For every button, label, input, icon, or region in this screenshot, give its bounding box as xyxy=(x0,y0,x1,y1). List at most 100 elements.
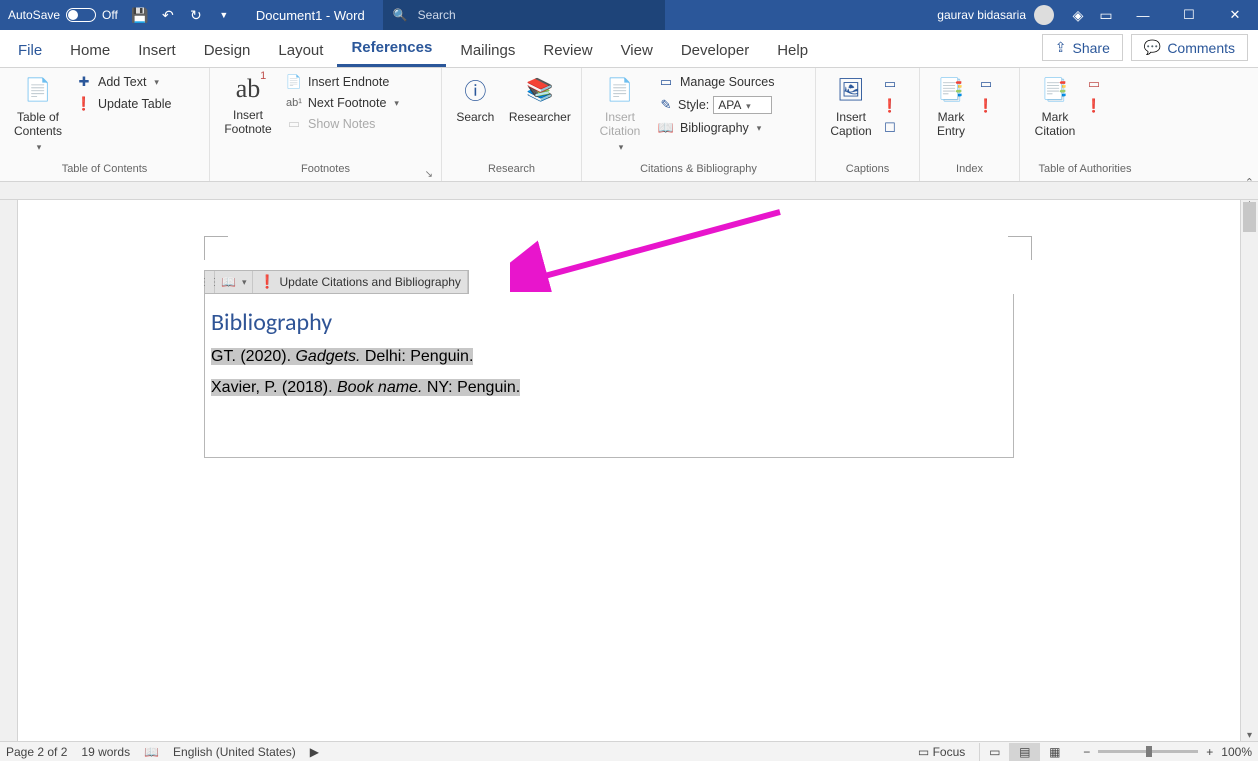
close-button[interactable]: ✕ xyxy=(1212,0,1258,30)
mark-entry-icon: 📑 xyxy=(935,74,967,106)
horizontal-ruler[interactable] xyxy=(0,182,1258,200)
table-of-contents-button[interactable]: 📄 Table of Contents▾ xyxy=(6,72,70,155)
customize-qat-icon[interactable]: ▼ xyxy=(210,0,238,30)
bibliography-field[interactable]: ⋮⋮ 📖▾ ❗ Update Citations and Bibliograph… xyxy=(204,270,1014,458)
zoom-out-button[interactable]: − xyxy=(1083,745,1090,759)
tab-file[interactable]: File xyxy=(4,34,56,67)
web-layout-button[interactable]: ▦ xyxy=(1039,743,1069,761)
proofing-icon[interactable]: 📖 xyxy=(144,745,159,759)
word-count[interactable]: 19 words xyxy=(81,745,130,759)
footnotes-dialog-launcher[interactable]: ↘ xyxy=(425,169,433,180)
next-footnote-button[interactable]: ab¹Next Footnote▾ xyxy=(282,94,403,112)
user-account[interactable]: gaurav bidasaria xyxy=(927,5,1064,25)
ribbon-tabs: File Home Insert Design Layout Reference… xyxy=(0,30,1258,68)
show-notes-button: ▭Show Notes xyxy=(282,114,403,134)
tab-references[interactable]: References xyxy=(337,31,446,67)
style-select[interactable]: APA ▾ xyxy=(713,96,771,114)
diamond-icon[interactable]: ◈ xyxy=(1064,0,1092,30)
update-table-button[interactable]: ❗Update Table xyxy=(72,94,175,114)
insert-caption-button[interactable]: 🖼 Insert Caption xyxy=(822,72,880,140)
caption-opt3-icon[interactable]: ☐ xyxy=(882,120,898,136)
group-label-citations: Citations & Bibliography xyxy=(588,163,809,181)
show-notes-icon: ▭ xyxy=(286,116,302,132)
search-icon: 🔍 xyxy=(393,8,408,22)
endnote-icon: 📄 xyxy=(286,74,302,90)
insert-citation-button: 📄 Insert Citation▾ xyxy=(588,72,652,155)
focus-mode[interactable]: ▭ Focus xyxy=(918,745,965,759)
insert-endnote-button[interactable]: 📄Insert Endnote xyxy=(282,72,403,92)
bibliography-handle-icon[interactable]: ⋮⋮ xyxy=(205,271,215,293)
print-layout-button[interactable]: ▤ xyxy=(1009,743,1039,761)
next-footnote-icon: ab¹ xyxy=(286,97,302,109)
scrollbar-thumb[interactable] xyxy=(1243,202,1256,232)
redo-icon[interactable]: ↻ xyxy=(182,0,210,30)
tab-home[interactable]: Home xyxy=(56,34,124,67)
document-title: Document1 - Word xyxy=(238,8,383,23)
search-button[interactable]: ⓘ Search xyxy=(448,72,503,126)
search-box[interactable]: 🔍 Search xyxy=(383,0,665,30)
search-big-icon: ⓘ xyxy=(459,74,491,106)
caption-opt2-icon[interactable]: ❗ xyxy=(882,98,898,114)
update-citations-button[interactable]: ❗ Update Citations and Bibliography xyxy=(253,271,467,293)
tab-insert[interactable]: Insert xyxy=(124,34,190,67)
page-indicator[interactable]: Page 2 of 2 xyxy=(6,745,67,759)
tab-review[interactable]: Review xyxy=(529,34,606,67)
collapse-ribbon-icon[interactable]: ⌃ xyxy=(1245,176,1254,189)
mark-entry-button[interactable]: 📑 Mark Entry xyxy=(926,72,976,140)
update-citations-label: Update Citations and Bibliography xyxy=(279,275,460,289)
add-text-button[interactable]: ✚Add Text▾ xyxy=(72,72,175,92)
tab-layout[interactable]: Layout xyxy=(264,34,337,67)
caption-opt1-icon[interactable]: ▭ xyxy=(882,76,898,92)
bibliography-entry: GT. (2020). Gadgets. Delhi: Penguin. xyxy=(211,347,1007,366)
view-buttons: ▭ ▤ ▦ xyxy=(979,743,1069,761)
zoom-slider[interactable] xyxy=(1098,750,1198,753)
manage-sources-button[interactable]: ▭Manage Sources xyxy=(654,72,779,92)
margin-marker-tl xyxy=(204,236,228,260)
macro-icon[interactable]: ▶ xyxy=(310,745,319,759)
index-opt2-icon[interactable]: ❗ xyxy=(978,98,994,114)
comments-button[interactable]: 💬Comments xyxy=(1131,34,1248,61)
group-label-index: Index xyxy=(926,163,1013,181)
avatar-icon xyxy=(1034,5,1054,25)
group-label-footnotes: Footnotes↘ xyxy=(216,163,435,181)
search-placeholder: Search xyxy=(418,8,456,22)
autosave-toggle[interactable]: AutoSave Off xyxy=(0,8,126,22)
researcher-button[interactable]: 📚 Researcher xyxy=(505,72,575,126)
manage-sources-icon: ▭ xyxy=(658,74,674,90)
insert-footnote-button[interactable]: ab1 Insert Footnote xyxy=(216,72,280,138)
vertical-scrollbar[interactable]: ▴ ▾ xyxy=(1240,200,1258,741)
bibliography-button[interactable]: 📖Bibliography▾ xyxy=(654,118,779,138)
tab-help[interactable]: Help xyxy=(763,34,822,67)
zoom-level[interactable]: 100% xyxy=(1221,745,1252,759)
toa-opt2-icon[interactable]: ❗ xyxy=(1086,98,1102,114)
toa-opt1-icon[interactable]: ▭ xyxy=(1086,76,1102,92)
bibliography-menu-button[interactable]: 📖▾ xyxy=(215,271,253,293)
undo-icon[interactable]: ↶ xyxy=(154,0,182,30)
footnote-icon: ab1 xyxy=(236,74,261,104)
tab-design[interactable]: Design xyxy=(190,34,265,67)
add-text-icon: ✚ xyxy=(76,74,92,90)
minimize-button[interactable]: — xyxy=(1120,0,1166,30)
group-label-toc: Table of Contents xyxy=(6,163,203,181)
display-options-icon[interactable]: ▭ xyxy=(1092,0,1120,30)
tab-mailings[interactable]: Mailings xyxy=(446,34,529,67)
maximize-button[interactable]: ☐ xyxy=(1166,0,1212,30)
zoom-thumb[interactable] xyxy=(1146,746,1152,757)
scroll-down-icon[interactable]: ▾ xyxy=(1241,730,1258,741)
save-icon[interactable]: 💾 xyxy=(126,0,154,30)
bibliography-content[interactable]: Bibliography GT. (2020). Gadgets. Delhi:… xyxy=(204,294,1014,458)
update-icon: ❗ xyxy=(259,274,275,290)
index-opt1-icon[interactable]: ▭ xyxy=(978,76,994,92)
bibliography-heading: Bibliography xyxy=(211,308,1007,337)
read-mode-button[interactable]: ▭ xyxy=(979,743,1009,761)
vertical-ruler[interactable] xyxy=(0,200,18,741)
style-label: Style: xyxy=(678,98,709,112)
zoom-in-button[interactable]: + xyxy=(1206,745,1213,759)
mark-citation-button[interactable]: 📑 Mark Citation xyxy=(1026,72,1084,140)
document-canvas[interactable]: ⋮⋮ 📖▾ ❗ Update Citations and Bibliograph… xyxy=(18,200,1240,741)
language-indicator[interactable]: English (United States) xyxy=(173,745,296,759)
share-button[interactable]: ⇪Share xyxy=(1042,34,1123,61)
tab-view[interactable]: View xyxy=(607,34,667,67)
group-label-captions: Captions xyxy=(822,163,913,181)
tab-developer[interactable]: Developer xyxy=(667,34,763,67)
